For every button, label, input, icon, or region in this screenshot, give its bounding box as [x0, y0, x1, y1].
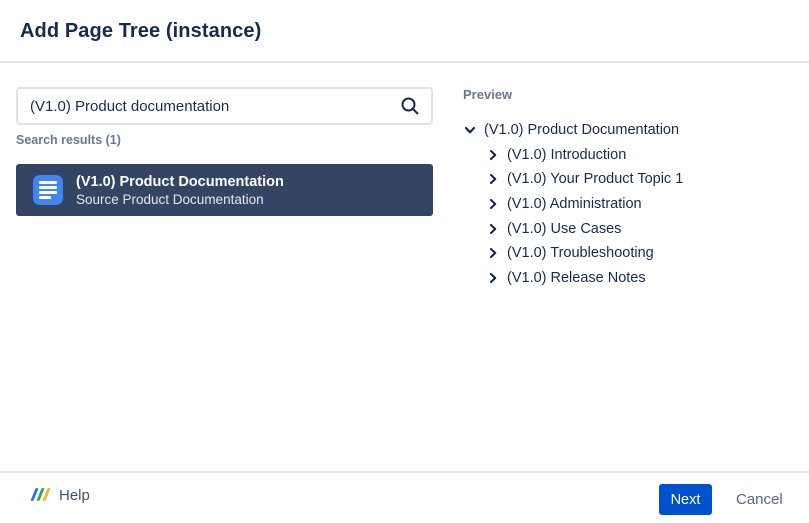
- search-box: [16, 87, 433, 125]
- result-subtitle: Source Product Documentation: [76, 192, 284, 207]
- next-button[interactable]: Next: [659, 484, 712, 515]
- tree-item[interactable]: (V1.0) Troubleshooting: [463, 241, 793, 266]
- help-label: Help: [59, 487, 90, 504]
- chevron-down-icon[interactable]: [463, 123, 477, 137]
- chevron-right-icon[interactable]: [486, 148, 500, 162]
- chevron-right-icon[interactable]: [486, 222, 500, 236]
- tree-item[interactable]: (V1.0) Use Cases: [463, 216, 793, 241]
- header-divider: [0, 61, 809, 63]
- result-title: (V1.0) Product Documentation: [76, 174, 284, 190]
- help-link[interactable]: Help: [30, 486, 90, 504]
- tree-item-label: (V1.0) Your Product Topic 1: [507, 171, 683, 187]
- search-result-item[interactable]: (V1.0) Product Documentation Source Prod…: [16, 164, 433, 216]
- dialog-title: Add Page Tree (instance): [20, 20, 261, 43]
- footer: Help Next Cancel: [0, 473, 809, 523]
- tree-item[interactable]: (V1.0) Release Notes: [463, 266, 793, 291]
- tree-item-label: (V1.0) Introduction: [507, 147, 626, 163]
- preview-heading: Preview: [463, 87, 512, 102]
- add-page-tree-dialog: Add Page Tree (instance) Search results …: [0, 0, 809, 523]
- tree-item-label: (V1.0) Product Documentation: [484, 122, 679, 138]
- tree-item[interactable]: (V1.0) Introduction: [463, 143, 793, 168]
- tree-item-label: (V1.0) Use Cases: [507, 221, 621, 237]
- tree-item-label: (V1.0) Troubleshooting: [507, 245, 654, 261]
- tree-item-label: (V1.0) Release Notes: [507, 270, 646, 286]
- preview-tree: (V1.0) Product Documentation (V1.0) Intro…: [463, 118, 793, 290]
- tree-item[interactable]: (V1.0) Your Product Topic 1: [463, 167, 793, 192]
- search-results-count: Search results (1): [16, 133, 121, 147]
- chevron-right-icon[interactable]: [486, 271, 500, 285]
- chevron-right-icon[interactable]: [486, 172, 500, 186]
- tree-item[interactable]: (V1.0) Administration: [463, 192, 793, 217]
- cancel-button[interactable]: Cancel: [736, 491, 783, 508]
- chevron-right-icon[interactable]: [486, 197, 500, 211]
- tree-item-label: (V1.0) Administration: [507, 196, 642, 212]
- document-icon: [33, 175, 63, 205]
- search-input[interactable]: [18, 98, 399, 115]
- chevron-right-icon[interactable]: [486, 246, 500, 260]
- search-icon[interactable]: [399, 95, 421, 117]
- k15t-logo-icon: [30, 486, 50, 504]
- tree-item[interactable]: (V1.0) Product Documentation: [463, 118, 793, 143]
